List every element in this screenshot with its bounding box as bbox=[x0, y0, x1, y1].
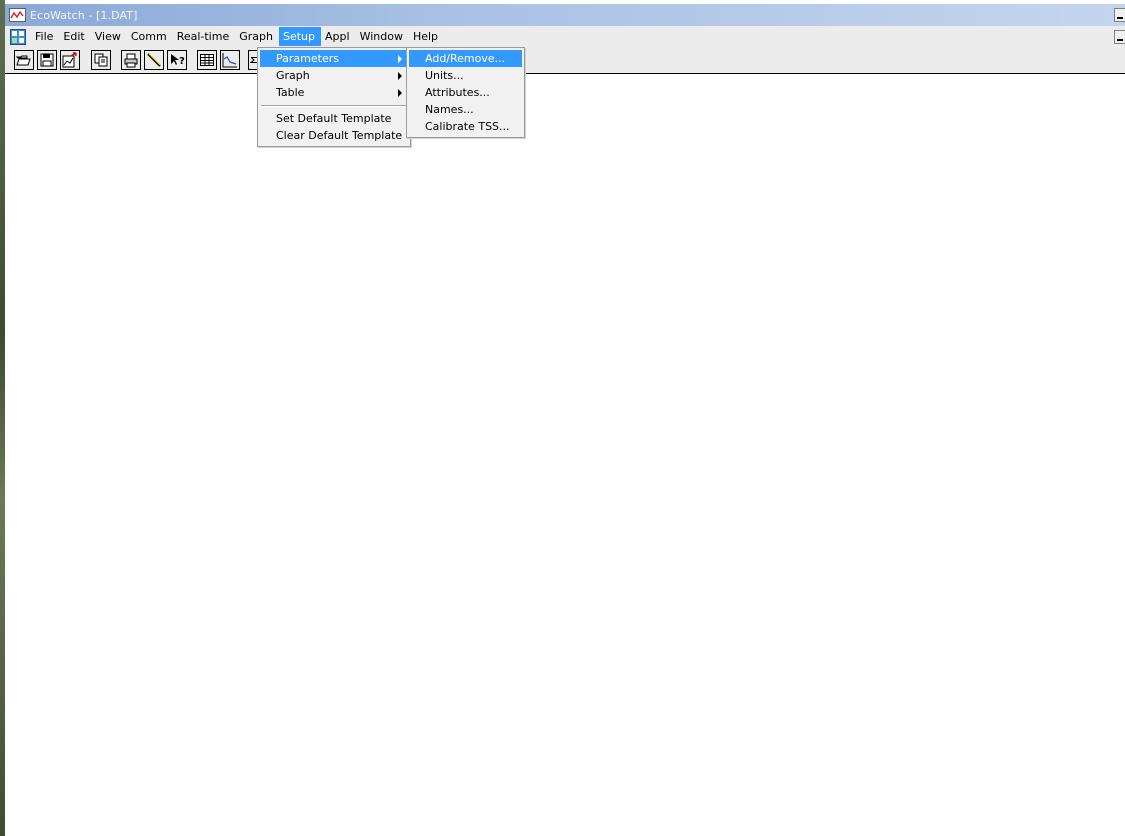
setup-menu-graph-label: Graph bbox=[276, 69, 310, 82]
copy-button[interactable] bbox=[91, 50, 111, 70]
menu-window[interactable]: Window bbox=[356, 27, 409, 46]
parameters-calibrate-tss[interactable]: Calibrate TSS... bbox=[409, 118, 522, 135]
menu-view[interactable]: View bbox=[91, 27, 127, 46]
menu-file[interactable]: File bbox=[31, 27, 59, 46]
print-icon bbox=[124, 53, 138, 68]
svg-text:?: ? bbox=[179, 56, 185, 67]
app-minimize-button[interactable] bbox=[1114, 8, 1125, 22]
menu-graph[interactable]: Graph bbox=[235, 27, 279, 46]
set-default-template-label: Set Default Template bbox=[276, 112, 392, 125]
document-minimize-button[interactable] bbox=[1114, 30, 1125, 44]
table-icon bbox=[200, 54, 214, 66]
menu-edit[interactable]: Edit bbox=[59, 27, 90, 46]
parameters-submenu: Add/Remove... Units... Attributes... Nam… bbox=[406, 47, 525, 138]
names-label: Names... bbox=[425, 103, 474, 116]
menu-separator bbox=[261, 105, 407, 107]
setup-menu-clear-default-template[interactable]: Clear Default Template bbox=[260, 127, 408, 144]
title-bar[interactable]: EcoWatch - [1.DAT] bbox=[5, 4, 1125, 26]
probe-button[interactable] bbox=[144, 50, 164, 70]
parameters-add-remove[interactable]: Add/Remove... bbox=[409, 50, 522, 67]
setup-menu-table-label: Table bbox=[276, 86, 305, 99]
window-title: EcoWatch - [1.DAT] bbox=[30, 8, 138, 22]
print-button[interactable] bbox=[121, 50, 141, 70]
graph-button[interactable] bbox=[220, 50, 240, 70]
setup-menu-table[interactable]: Table bbox=[260, 84, 408, 101]
export-chart-button[interactable] bbox=[60, 50, 80, 70]
attributes-label: Attributes... bbox=[425, 86, 490, 99]
parameters-units[interactable]: Units... bbox=[409, 67, 522, 84]
setup-menu: Parameters Graph Table Set Default Templ… bbox=[257, 47, 411, 147]
screen: EcoWatch - [1.DAT] File Edit View Comm R… bbox=[0, 0, 1125, 836]
setup-menu-parameters[interactable]: Parameters bbox=[260, 50, 408, 67]
save-icon bbox=[40, 53, 54, 67]
probe-icon bbox=[147, 53, 161, 67]
setup-menu-graph[interactable]: Graph bbox=[260, 67, 408, 84]
submenu-arrow-icon bbox=[398, 55, 402, 63]
menu-help[interactable]: Help bbox=[409, 27, 444, 46]
export-chart-icon bbox=[62, 52, 77, 68]
parameters-attributes[interactable]: Attributes... bbox=[409, 84, 522, 101]
calibrate-tss-label: Calibrate TSS... bbox=[425, 120, 510, 133]
table-button[interactable] bbox=[197, 50, 217, 70]
parameters-names[interactable]: Names... bbox=[409, 101, 522, 118]
menu-setup[interactable]: Setup bbox=[278, 27, 322, 46]
menu-appl[interactable]: Appl bbox=[321, 27, 356, 46]
document-icon[interactable] bbox=[10, 28, 26, 45]
setup-menu-set-default-template[interactable]: Set Default Template bbox=[260, 110, 408, 127]
menu-bar: File Edit View Comm Real-time Graph Setu… bbox=[5, 26, 1125, 47]
save-button[interactable] bbox=[37, 50, 57, 70]
submenu-arrow-icon bbox=[398, 89, 402, 97]
menu-comm[interactable]: Comm bbox=[127, 27, 173, 46]
setup-menu-parameters-label: Parameters bbox=[276, 52, 339, 65]
open-folder-icon bbox=[16, 55, 31, 66]
copy-icon bbox=[94, 53, 108, 67]
toolbar: ? bbox=[5, 47, 1125, 74]
units-label: Units... bbox=[425, 69, 464, 82]
add-remove-label: Add/Remove... bbox=[425, 52, 506, 65]
open-button[interactable] bbox=[14, 50, 34, 70]
submenu-arrow-icon bbox=[398, 72, 402, 80]
document-workspace[interactable] bbox=[5, 75, 1125, 836]
context-help-button[interactable]: ? bbox=[167, 50, 187, 70]
graph-icon bbox=[222, 53, 237, 68]
context-help-icon: ? bbox=[171, 54, 185, 67]
clear-default-template-label: Clear Default Template bbox=[276, 129, 403, 142]
menu-real-time[interactable]: Real-time bbox=[173, 27, 236, 46]
ecowatch-chart-icon bbox=[9, 8, 26, 22]
